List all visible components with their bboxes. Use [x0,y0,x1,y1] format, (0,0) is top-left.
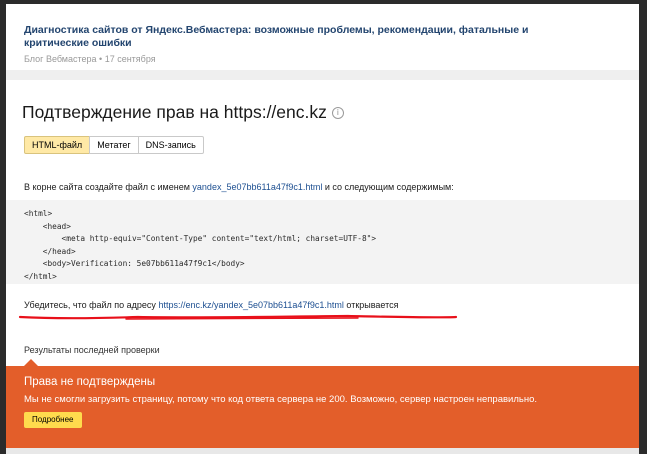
info-icon[interactable]: i [331,107,344,119]
tab-dns-record[interactable]: DNS-запись [137,136,204,154]
related-article-title[interactable]: Диагностика сайтов от Яндекс.Вебмастера:… [24,24,544,50]
section-divider [6,70,639,80]
related-article[interactable]: Диагностика сайтов от Яндекс.Вебмастера:… [6,4,639,70]
verification-code: <html> <head> <meta http-equiv="Content-… [24,209,377,281]
page-title-text: Подтверждение прав на https://enc.kz [22,102,327,122]
page-title: Подтверждение прав на https://enc.kz i [22,102,344,123]
tab-html-file[interactable]: HTML-файл [24,136,91,154]
error-banner: Права не подтверждены Мы не смогли загру… [6,359,639,448]
filename-link[interactable]: yandex_5e07bb611a47f9c1.html [192,182,322,192]
instruction-after: и со следующим содержимым: [322,182,454,192]
code-block: <html> <head> <meta http-equiv="Content-… [6,200,639,284]
error-title: Права не подтверждены [24,376,156,388]
instruction-text: В корне сайта создайте файл с именем yan… [24,182,454,192]
annotation-underline [18,314,458,320]
error-message: Мы не смогли загрузить страницу, потому … [24,394,538,405]
related-article-meta: Блог Вебмастера • 17 сентября [24,54,156,64]
instruction-before: В корне сайта создайте файл с именем [24,182,193,192]
tab-metatag[interactable]: Метатег [89,136,139,154]
verification-method-tabs: HTML-файл Метатег DNS-запись [24,136,204,154]
bottom-strip [6,448,639,454]
banner-caret [24,359,38,366]
more-details-button[interactable]: Подробнее [24,412,82,428]
last-check-results-label: Результаты последней проверки [24,345,160,355]
window-frame-right [639,0,647,454]
